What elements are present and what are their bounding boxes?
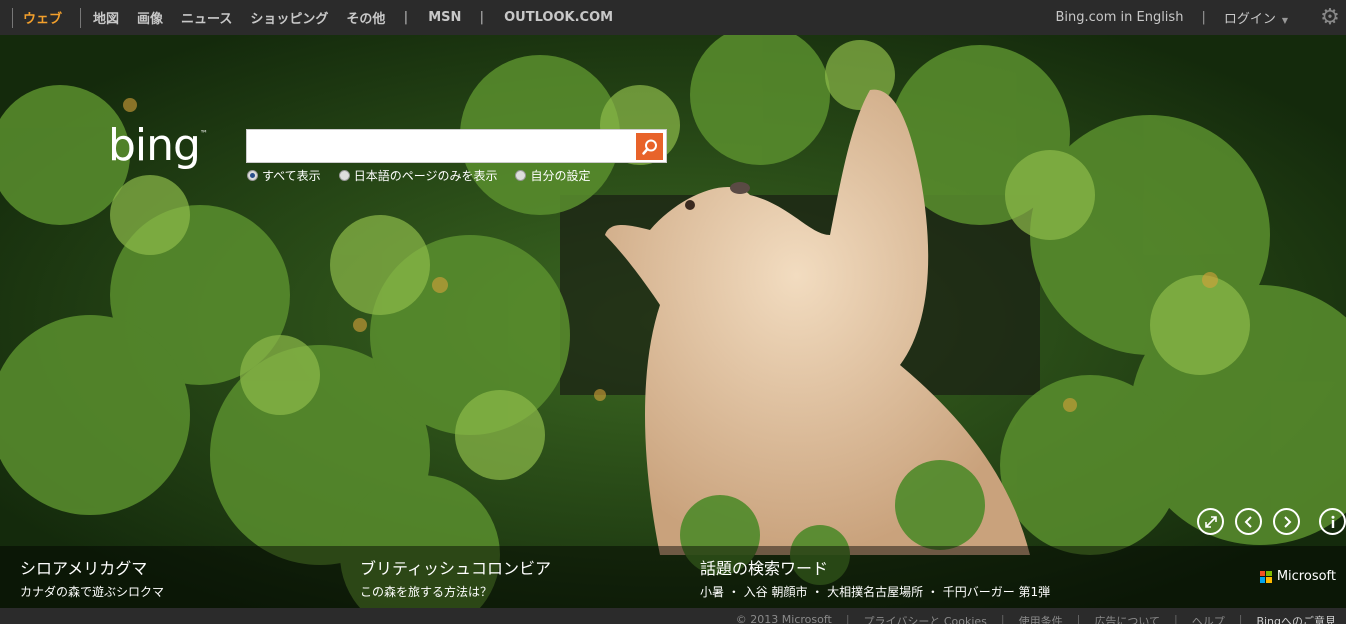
- hotspot-title: 話題の検索ワード: [700, 559, 829, 578]
- feedback-link[interactable]: Bingへのご意見: [1256, 613, 1336, 624]
- search-box: [246, 129, 667, 163]
- search-input[interactable]: [247, 130, 633, 162]
- microsoft-label: Microsoft: [1276, 569, 1336, 584]
- footer-links: © 2013 Microsoft | プライバシーと Cookies | 使用条…: [736, 613, 1336, 624]
- footer-pipe: |: [1174, 613, 1178, 624]
- login-link[interactable]: ログイン ▼: [1224, 8, 1288, 27]
- nav-web[interactable]: ウェブ: [23, 8, 62, 27]
- search-icon: [641, 139, 657, 155]
- footer: © 2013 Microsoft | プライバシーと Cookies | 使用条…: [0, 608, 1346, 624]
- chevron-left-icon[interactable]: [1235, 508, 1262, 535]
- microsoft-logo[interactable]: Microsoft: [1259, 569, 1336, 584]
- hotspot-bear[interactable]: シロアメリカグマ カナダの森で遊ぶシロクマ: [20, 555, 164, 600]
- nav-msn[interactable]: MSN: [428, 10, 461, 25]
- radio-indicator: [338, 170, 350, 181]
- hotspot-subtitle: カナダの森で遊ぶシロクマ: [20, 585, 165, 599]
- nav-maps[interactable]: 地図: [93, 8, 119, 27]
- nav-divider: [80, 7, 82, 28]
- nav-more[interactable]: その他: [346, 8, 385, 27]
- footer-pipe: |: [1076, 613, 1081, 624]
- nav-shopping[interactable]: ショッピング: [250, 8, 328, 27]
- hotspot-british-columbia[interactable]: ブリティッシュコロンビア この森を旅する方法は？: [360, 555, 551, 600]
- hotspot-trending[interactable]: 話題の検索ワード 小暑 ・ 入谷 朝顔市 ・ 大相撲名古屋場所 ・ 千円バーガー…: [700, 555, 1050, 600]
- expand-icon[interactable]: [1197, 508, 1224, 535]
- nav-images[interactable]: 画像: [137, 8, 163, 27]
- top-nav-bar: ウェブ 地図 画像 ニュース ショッピング その他 | MSN | OUTLOO…: [0, 0, 1346, 35]
- hotspot-subtitle: この森を旅する方法は？: [360, 585, 493, 599]
- nav-pipe: |: [1201, 10, 1206, 25]
- nav-outlook[interactable]: OUTLOOK.COM: [504, 10, 613, 25]
- footer-pipe: |: [1238, 613, 1243, 624]
- privacy-link[interactable]: プライバシーと Cookies: [864, 613, 987, 624]
- nav-divider: [12, 7, 13, 28]
- logo-text: bing: [108, 120, 201, 171]
- radio-show-all[interactable]: すべて表示: [247, 167, 321, 184]
- hotspot-subtitle: 小暑 ・ 入谷 朝顔市 ・ 大相撲名古屋場所 ・ 千円バーガー 第1弾: [700, 585, 1051, 599]
- nav-right: Bing.com in English | ログイン ▼ ⚙: [1055, 0, 1346, 35]
- help-link[interactable]: ヘルプ: [1192, 613, 1225, 624]
- search-scope-options: すべて表示 日本語のページのみを表示 自分の設定: [247, 167, 608, 184]
- bing-english-link[interactable]: Bing.com in English: [1055, 10, 1183, 25]
- hotspot-strip: [0, 546, 1346, 608]
- hotspot-title: シロアメリカグマ: [20, 559, 148, 578]
- radio-label: 日本語のページのみを表示: [353, 169, 498, 183]
- ads-link[interactable]: 広告について: [1094, 613, 1160, 624]
- nav-pipe: |: [403, 10, 409, 25]
- logo-tm: ™: [199, 129, 208, 138]
- radio-label: 自分の設定: [530, 169, 591, 183]
- radio-label: すべて表示: [262, 169, 321, 183]
- background-image: [0, 35, 1346, 608]
- search-button[interactable]: [636, 133, 663, 160]
- hotspot-title: ブリティッシュコロンビア: [360, 559, 552, 578]
- bing-logo[interactable]: bing™: [108, 124, 208, 168]
- copyright: © 2013 Microsoft: [735, 613, 832, 624]
- info-icon[interactable]: [1319, 508, 1346, 535]
- nav-left: ウェブ 地図 画像 ニュース ショッピング その他 | MSN | OUTLOO…: [12, 0, 631, 35]
- footer-pipe: |: [845, 613, 850, 624]
- footer-pipe: |: [1000, 613, 1005, 624]
- microsoft-icon: [1259, 570, 1272, 583]
- gear-icon[interactable]: ⚙: [1318, 5, 1342, 30]
- radio-my-settings[interactable]: 自分の設定: [515, 167, 590, 184]
- nav-pipe: |: [479, 10, 485, 25]
- radio-indicator: [247, 170, 258, 181]
- chevron-down-icon: ▼: [1281, 16, 1288, 25]
- login-label: ログイン: [1223, 12, 1276, 27]
- nav-news[interactable]: ニュース: [181, 8, 232, 27]
- radio-indicator: [515, 170, 527, 181]
- chevron-right-icon[interactable]: [1273, 508, 1300, 535]
- terms-link[interactable]: 使用条件: [1019, 613, 1063, 624]
- radio-japanese-only[interactable]: 日本語のページのみを表示: [338, 167, 498, 184]
